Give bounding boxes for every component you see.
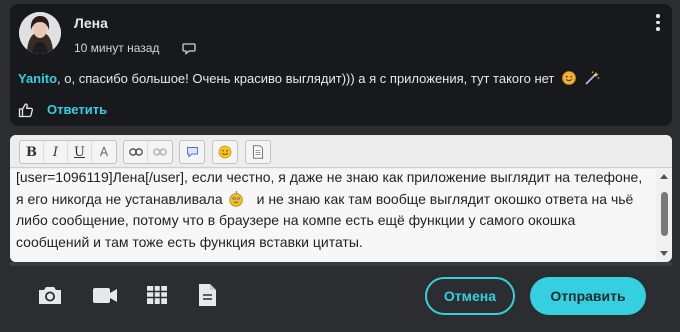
message-line-part: я его никогда не устанавливала bbox=[16, 190, 223, 207]
clear-format-button[interactable]: A bbox=[92, 141, 116, 163]
format-group: B I U A bbox=[19, 140, 117, 164]
unlink-button[interactable] bbox=[148, 141, 172, 163]
source-group bbox=[245, 140, 271, 164]
reply-bubble-icon[interactable] bbox=[182, 41, 196, 55]
document-icon[interactable] bbox=[195, 283, 221, 307]
clear-format-label: A bbox=[99, 145, 109, 159]
link-group bbox=[123, 140, 173, 164]
video-icon[interactable] bbox=[92, 283, 118, 307]
underline-button[interactable]: U bbox=[68, 141, 92, 163]
message-textarea[interactable]: [user=1096119]Лена[/user], если честно, … bbox=[10, 169, 656, 262]
emoji-icon bbox=[218, 145, 232, 159]
table-icon[interactable] bbox=[145, 283, 171, 307]
comment-card: Лена 10 минут назад Yanito, о, спасибо б… bbox=[10, 4, 672, 126]
quote-bubble-icon bbox=[186, 147, 198, 158]
page-icon bbox=[253, 145, 263, 159]
avatar[interactable] bbox=[19, 12, 61, 54]
confused-emoji-icon bbox=[228, 190, 243, 207]
message-editor: B I U A [user=1096119]Лена[/user], если … bbox=[10, 135, 672, 262]
message-line: [user=1096119]Лена[/user], если честно, … bbox=[16, 169, 643, 185]
unlink-icon bbox=[153, 148, 167, 156]
message-line: я его никогда не устанавливала и не знаю… bbox=[16, 189, 652, 211]
emoji-group bbox=[212, 140, 238, 164]
magic-wand-emoji-icon bbox=[585, 71, 599, 85]
more-dots-icon[interactable] bbox=[655, 14, 661, 32]
comment-text: Yanito, о, спасибо большое! Очень красив… bbox=[18, 71, 600, 86]
author-name[interactable]: Лена bbox=[74, 15, 108, 31]
like-icon[interactable] bbox=[18, 102, 34, 118]
comment-mention[interactable]: Yanito bbox=[18, 71, 57, 86]
scroll-thumb[interactable] bbox=[661, 192, 668, 236]
message-line: сообщений и там тоже есть функция вставк… bbox=[16, 233, 363, 250]
smile-emoji-icon bbox=[562, 71, 576, 85]
send-button[interactable]: Отправить bbox=[530, 277, 646, 315]
italic-button[interactable]: I bbox=[44, 141, 68, 163]
comment-time: 10 минут назад bbox=[74, 41, 160, 55]
message-content: [user=1096119]Лена[/user], если честно, … bbox=[16, 169, 652, 253]
avatar-image bbox=[19, 12, 61, 54]
scroll-down-arrow[interactable] bbox=[660, 251, 668, 256]
quote-button[interactable] bbox=[180, 141, 204, 163]
emoji-button[interactable] bbox=[213, 141, 237, 163]
link-button[interactable] bbox=[124, 141, 148, 163]
quote-group bbox=[179, 140, 205, 164]
editor-scrollbar[interactable] bbox=[656, 169, 672, 262]
comment-body: , о, спасибо большое! Очень красиво выгл… bbox=[57, 71, 555, 86]
reply-link[interactable]: Ответить bbox=[47, 102, 107, 117]
editor-toolbar: B I U A bbox=[10, 135, 672, 168]
message-line-part: и не знаю как там вообще выглядит окошко… bbox=[256, 190, 634, 207]
link-icon bbox=[128, 148, 143, 156]
camera-icon[interactable] bbox=[37, 283, 63, 307]
source-button[interactable] bbox=[246, 141, 270, 163]
cancel-button[interactable]: Отмена bbox=[425, 277, 515, 315]
message-line: либо сообщение, потому что в браузере на… bbox=[16, 212, 576, 228]
bold-button[interactable]: B bbox=[20, 141, 44, 163]
scroll-up-arrow[interactable] bbox=[660, 174, 668, 179]
editor-resize-handle[interactable] bbox=[10, 262, 672, 266]
